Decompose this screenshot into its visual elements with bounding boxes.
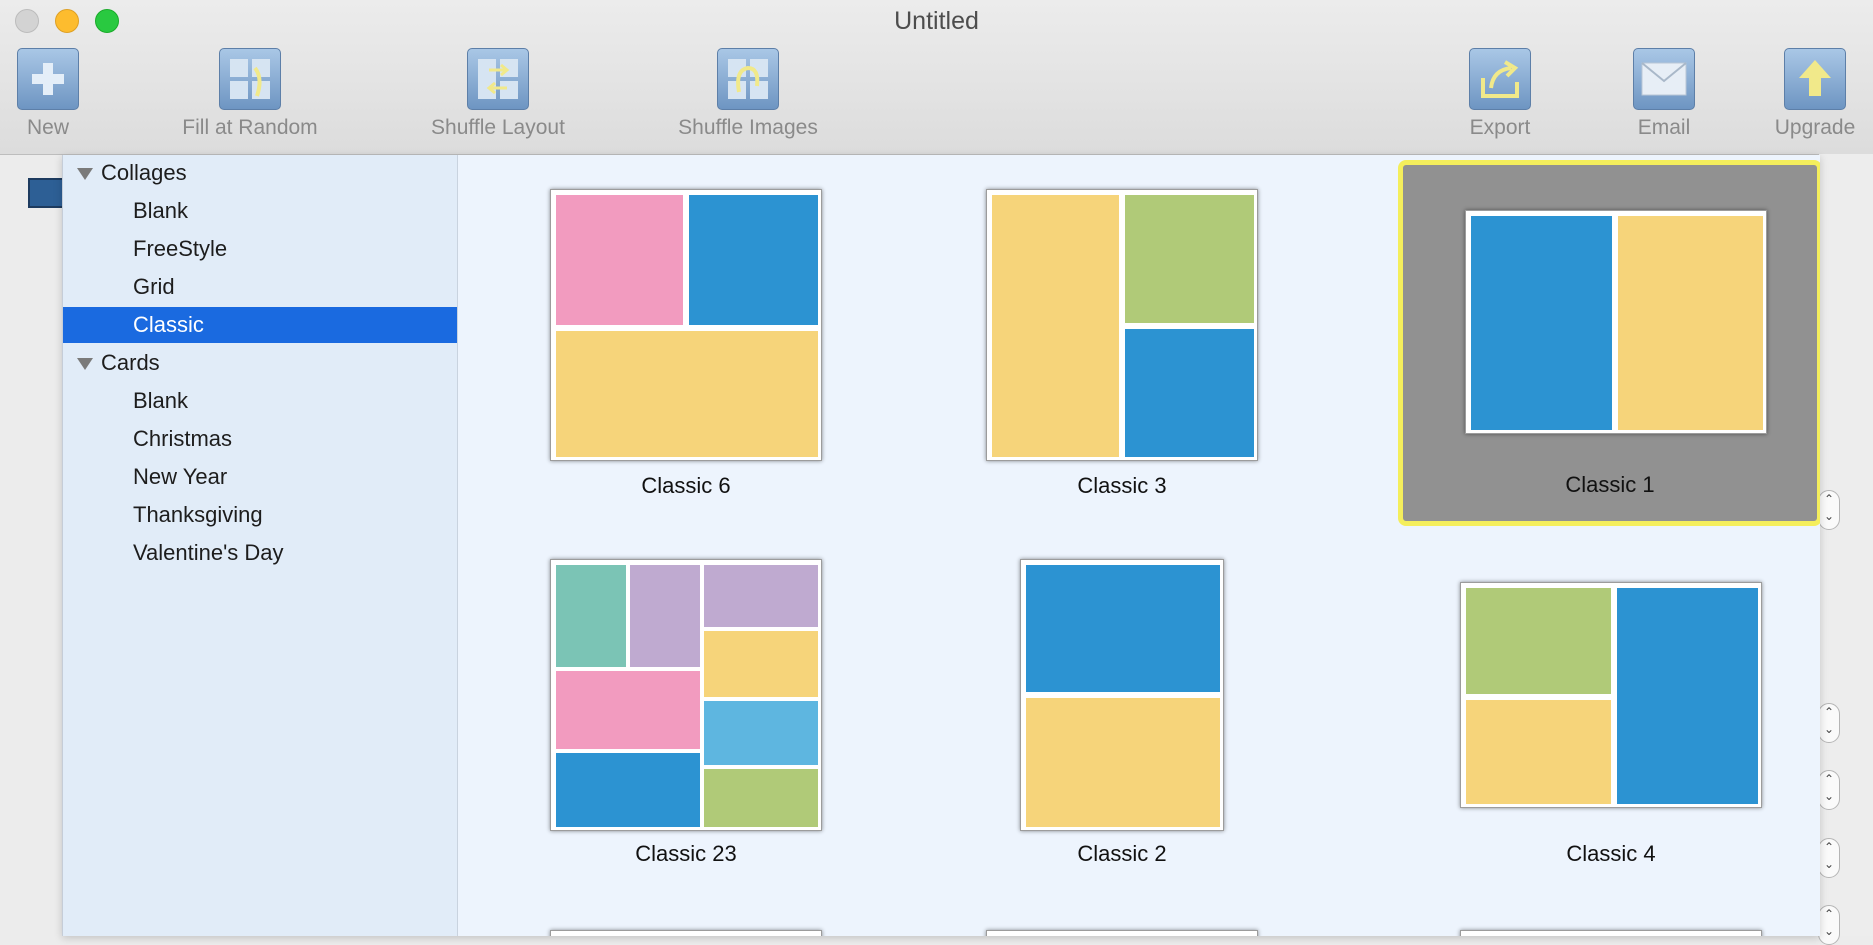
sidebar-item-card-blank[interactable]: Blank [63,383,457,419]
template-sidebar: Collages Blank FreeStyle Grid Classic Ca… [63,155,458,936]
export-button[interactable]: Export [1440,48,1560,140]
sidebar-group-collages[interactable]: Collages [63,155,457,191]
template-chooser-popover: Collages Blank FreeStyle Grid Classic Ca… [62,155,1820,936]
new-button-label: New [26,116,69,139]
template-label: Classic 23 [635,841,737,866]
template-label: Classic 1 [1565,472,1655,497]
purple-photo-slot [630,565,700,667]
shuffle-images-icon [717,48,779,110]
yellow-photo-slot [556,331,818,457]
inspector-strip [1819,154,1873,936]
template-thumbnail [1460,582,1762,808]
sidebar-item-blank[interactable]: Blank [63,193,457,229]
template-grid: Classic 6 Classic 3 Classic 1 Classic 23… [458,155,1820,936]
new-button[interactable]: New [8,48,88,140]
disclosure-triangle-icon[interactable] [77,358,93,370]
window-title: Untitled [894,7,979,35]
green-photo-slot [704,769,818,827]
lightblue-photo-slot [704,701,818,765]
purple-photo-slot [704,565,818,627]
blue-photo-slot [1617,588,1758,804]
stepper-control[interactable]: ⌃ ⌄ [1818,770,1840,810]
template-thumbnail[interactable] [550,930,822,936]
template-thumbnail [1020,559,1224,831]
template-thumbnail [986,189,1258,461]
blue-photo-slot [1026,565,1220,692]
template-classic-6[interactable]: Classic 6 [486,159,822,499]
yellow-photo-slot [992,195,1119,457]
stepper-control[interactable]: ⌃ ⌄ [1818,905,1840,945]
sidebar-item-new-year[interactable]: New Year [63,459,457,495]
shuffle-layout-button[interactable]: Shuffle Layout [418,48,578,140]
template-thumbnail [550,189,822,461]
fill-at-random-label: Fill at Random [182,116,318,139]
sidebar-group-cards[interactable]: Cards [63,345,457,381]
sidebar-item-thanksgiving[interactable]: Thanksgiving [63,497,457,533]
stepper-control[interactable]: ⌃ ⌄ [1818,703,1840,743]
shuffle-layout-label: Shuffle Layout [431,116,565,139]
template-label: Classic 6 [641,473,731,498]
template-thumbnail[interactable] [1460,930,1762,936]
pink-photo-slot [556,195,683,325]
fill-at-random-button[interactable]: Fill at Random [170,48,330,140]
fill-random-icon [219,48,281,110]
yellow-photo-slot [1026,698,1220,827]
yellow-photo-slot [1618,216,1763,430]
export-icon [1469,48,1531,110]
export-label: Export [1469,116,1531,139]
template-label: Classic 2 [1077,841,1167,866]
image-thumbnail-icon [28,178,66,208]
upgrade-button[interactable]: Upgrade [1760,48,1870,140]
envelope-icon [1633,48,1695,110]
sidebar-item-grid[interactable]: Grid [63,269,457,305]
blue-photo-slot [1125,329,1254,457]
template-thumbnail[interactable] [986,930,1258,936]
upgrade-label: Upgrade [1774,116,1856,139]
window-toolbar: Untitled New Fill at Random Shuffle Layo… [0,0,1873,155]
email-button[interactable]: Email [1604,48,1724,140]
shuffle-images-label: Shuffle Images [678,116,818,139]
blue-photo-slot [556,753,700,827]
yellow-photo-slot [704,631,818,697]
shuffle-images-button[interactable]: Shuffle Images [668,48,828,140]
blue-photo-slot [689,195,818,325]
template-classic-3[interactable]: Classic 3 [922,159,1262,499]
upgrade-arrow-icon [1784,48,1846,110]
template-thumbnail [1465,210,1767,434]
template-classic-23[interactable]: Classic 23 [486,531,826,871]
email-label: Email [1637,116,1691,139]
yellow-photo-slot [1466,700,1611,804]
template-classic-4[interactable]: Classic 4 [1404,531,1818,871]
template-thumbnail [550,559,822,831]
green-photo-slot [1466,588,1611,694]
template-label: Classic 4 [1566,841,1656,866]
template-classic-1[interactable]: Classic 1 [1398,160,1820,526]
new-plus-icon [17,48,79,110]
stepper-control[interactable]: ⌃ ⌄ [1818,490,1840,530]
sidebar-item-classic[interactable]: Classic [63,307,457,343]
pink-photo-slot [556,671,700,749]
stepper-control[interactable]: ⌃ ⌄ [1818,838,1840,878]
teal-photo-slot [556,565,626,667]
template-label: Classic 3 [1077,473,1167,498]
green-photo-slot [1125,195,1254,323]
sidebar-item-valentines-day[interactable]: Valentine's Day [63,535,457,571]
sidebar-item-christmas[interactable]: Christmas [63,421,457,457]
shuffle-layout-icon [467,48,529,110]
template-classic-2[interactable]: Classic 2 [922,531,1262,871]
disclosure-triangle-icon[interactable] [77,168,93,180]
blue-photo-slot [1471,216,1612,430]
sidebar-item-freestyle[interactable]: FreeStyle [63,231,457,267]
